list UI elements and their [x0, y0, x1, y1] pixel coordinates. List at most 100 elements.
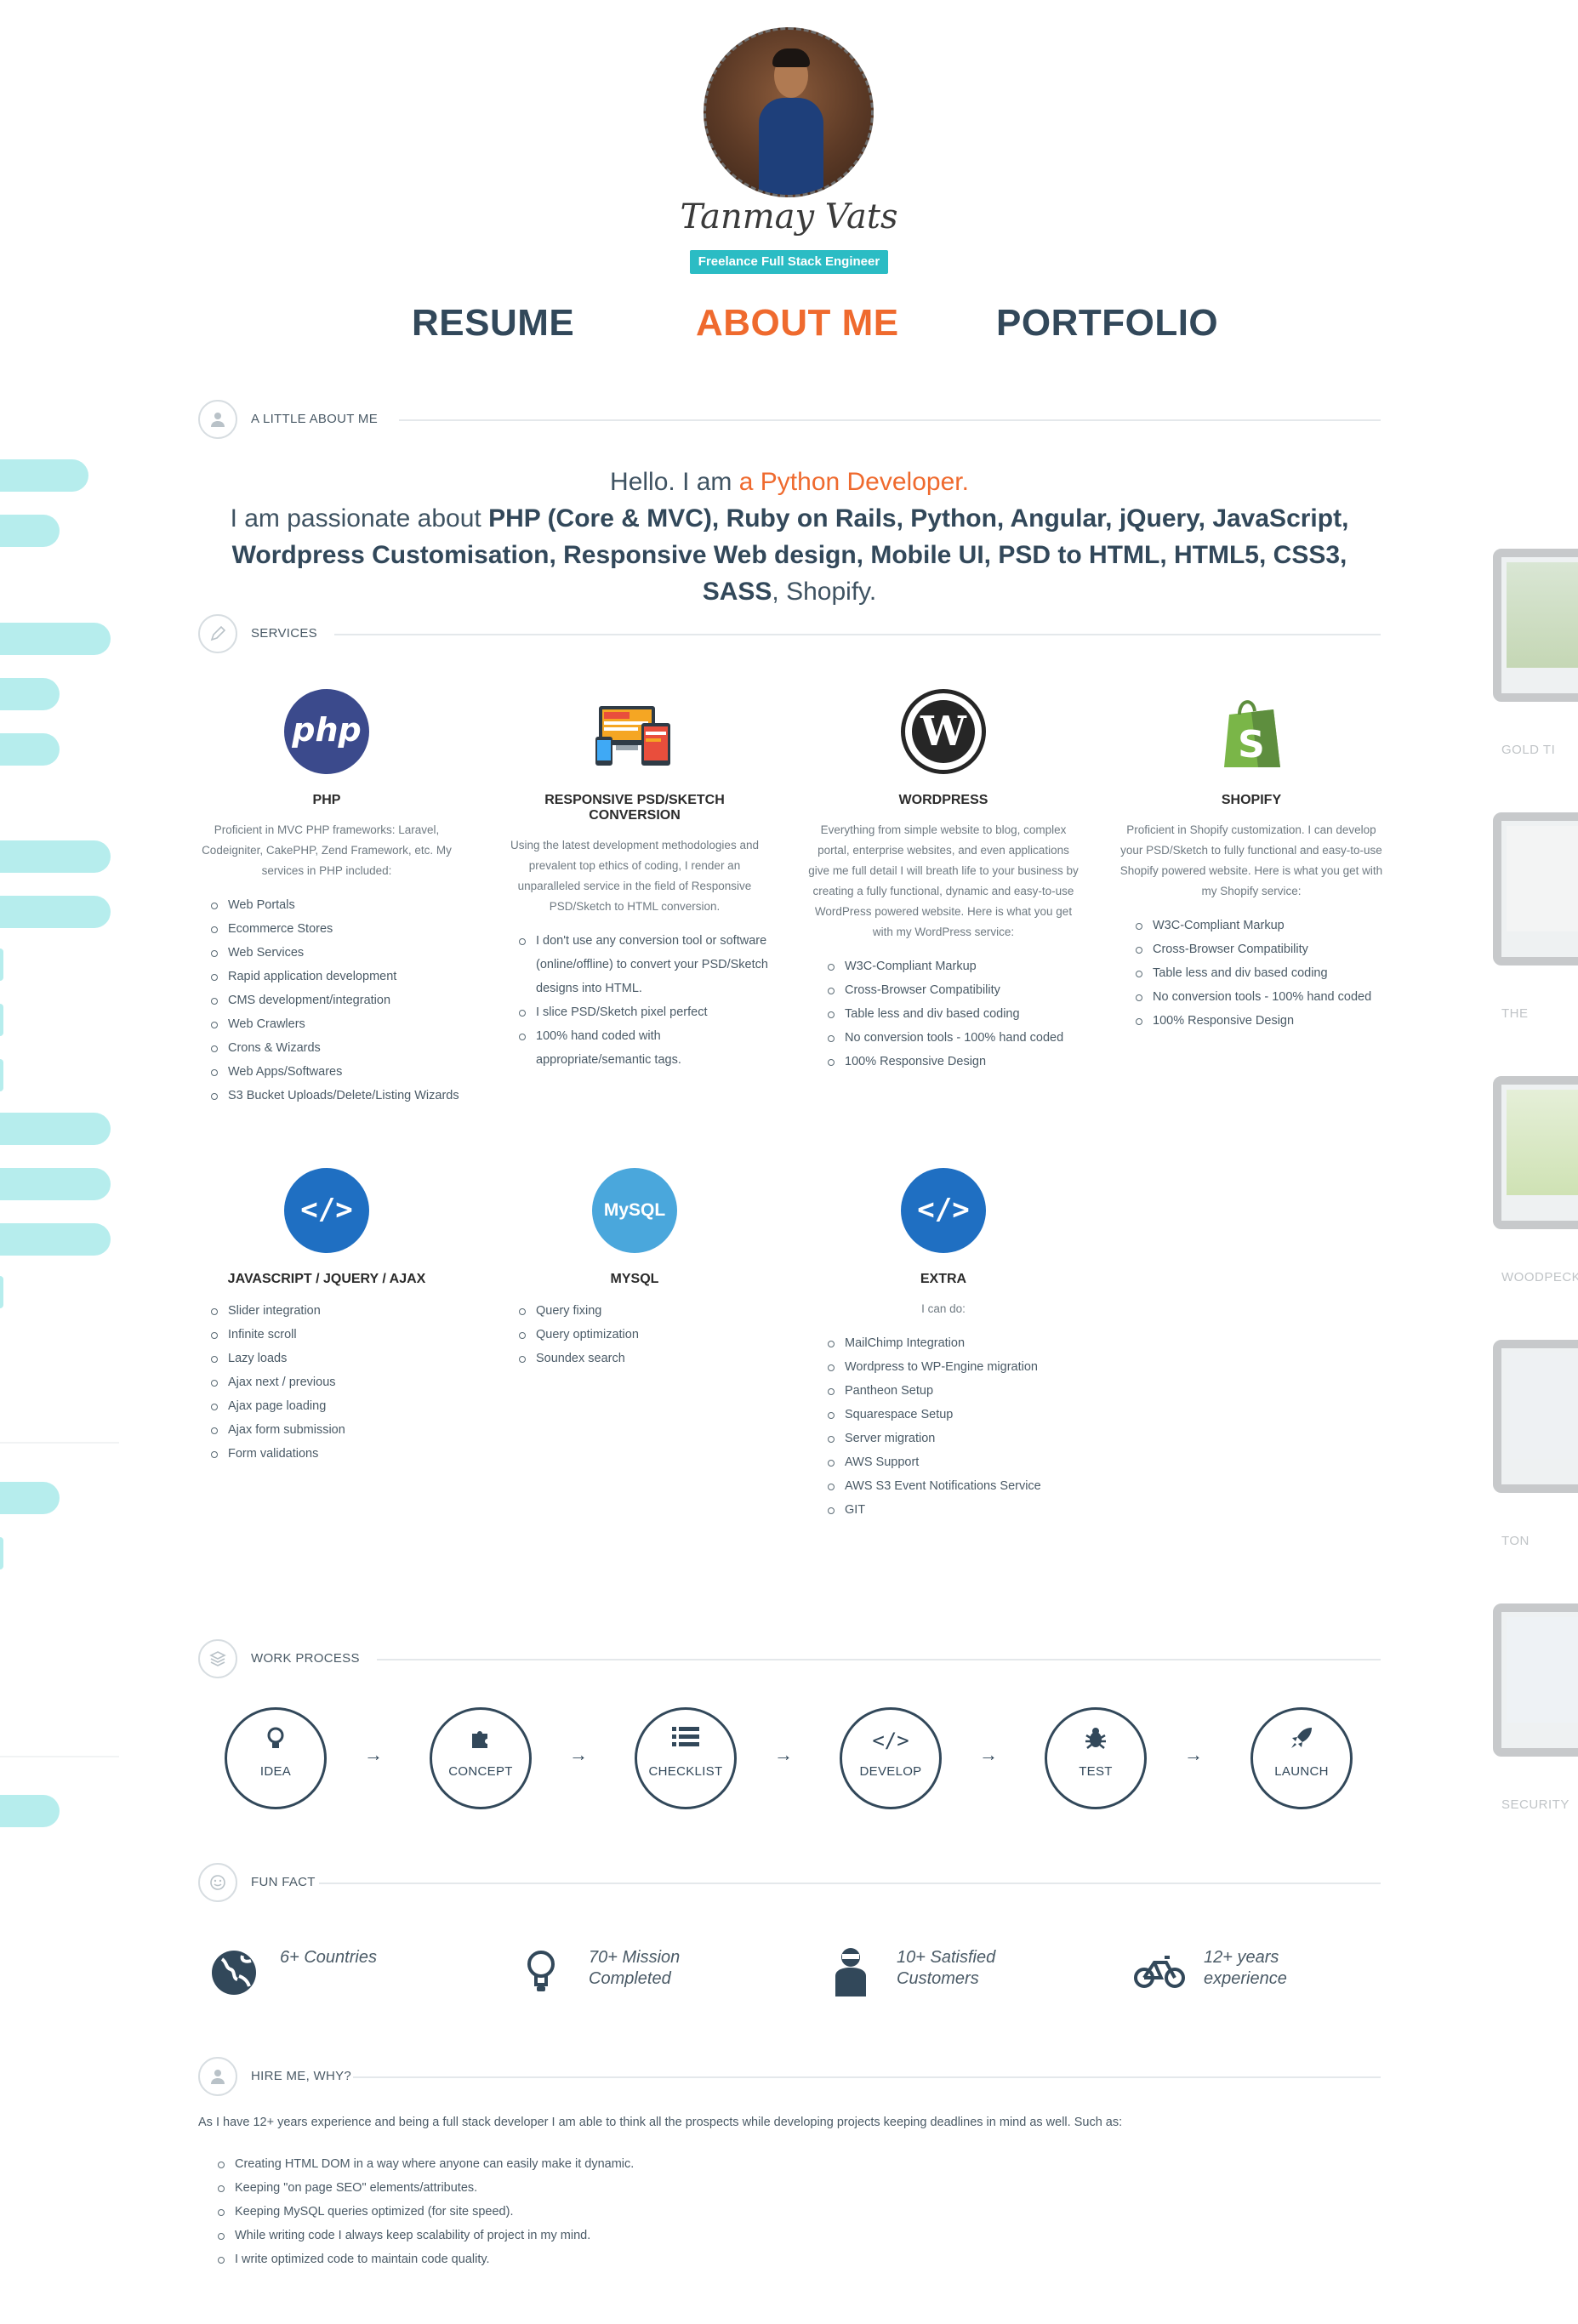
list-item: 100% Responsive Design [1136, 1009, 1387, 1033]
side-divider [0, 1442, 119, 1444]
fact-line: Customers [897, 1969, 979, 1988]
section-title: SERVICES [251, 626, 317, 641]
section-header-services: SERVICES [198, 614, 1381, 658]
process-step-concept: CONCEPT [430, 1707, 532, 1809]
portfolio-thumb[interactable]: GOLD TI [1493, 549, 1578, 757]
service-php: php PHP Proficient in MVC PHP frameworks… [191, 689, 463, 1108]
layers-icon [198, 1639, 237, 1678]
list-item: CMS development/integration [211, 988, 463, 1012]
side-pill [0, 1059, 3, 1091]
wordpress-logo: W [901, 689, 986, 774]
list-item: Ajax form submission [211, 1418, 463, 1442]
list-item: Server migration [828, 1427, 1080, 1450]
globe-icon [210, 1945, 258, 1996]
service-title: MYSQL [610, 1272, 659, 1286]
service-title: PHP [312, 793, 341, 807]
service-javascript: </> JAVASCRIPT / JQUERY / AJAX Slider in… [191, 1168, 463, 1466]
step-label: LAUNCH [1274, 1764, 1329, 1779]
nav-portfolio[interactable]: PORTFOLIO [996, 302, 1218, 345]
service-shopify: S SHOPIFY Proficient in Shopify customiz… [1115, 689, 1387, 1033]
list-item: Keeping "on page SEO" elements/attribute… [218, 2176, 634, 2200]
fact-line: 12+ years [1204, 1948, 1279, 1967]
section-header-fun-fact: FUN FACT [198, 1863, 1381, 1907]
list-item: S3 Bucket Uploads/Delete/Listing Wizards [211, 1084, 463, 1108]
service-list: MailChimp Integration Wordpress to WP-En… [807, 1331, 1080, 1522]
list-item: Table less and div based coding [1136, 961, 1387, 985]
side-pill [0, 1482, 60, 1514]
service-list: Slider integration Infinite scroll Lazy … [191, 1299, 463, 1466]
side-pill [0, 1276, 3, 1308]
step-label: TEST [1079, 1764, 1113, 1779]
service-wordpress: W WORDPRESS Everything from simple websi… [807, 689, 1080, 1074]
right-portfolio-strip: GOLD TI THE WOODPECK TON SECURITY [1476, 408, 1578, 1940]
tagline-badge: Freelance Full Stack Engineer [690, 250, 888, 274]
fact-text: 70+ Mission Completed [589, 1947, 680, 1990]
list-item: No conversion tools - 100% hand coded [828, 1026, 1080, 1050]
fact-line: 10+ Satisfied [897, 1948, 996, 1967]
process-step-develop: </> DEVELOP [840, 1707, 942, 1809]
arrow-icon: → [979, 1744, 998, 1765]
nav-about-me[interactable]: ABOUT ME [696, 302, 899, 345]
list-item: I write optimized code to maintain code … [218, 2247, 634, 2271]
section-divider [399, 419, 1381, 421]
portfolio-thumb[interactable]: WOODPECK [1493, 1076, 1578, 1284]
hire-intro: As I have 12+ years experience and being… [198, 2116, 1123, 2129]
nav-resume[interactable]: RESUME [412, 302, 574, 345]
service-title: RESPONSIVE PSD/SKETCH CONVERSION [544, 793, 725, 823]
intro-text: Hello. I am a Python Developer. I am pas… [198, 464, 1381, 610]
service-desc: Proficient in Shopify customization. I c… [1119, 823, 1383, 897]
arrow-icon: → [1184, 1744, 1203, 1765]
list-item: Web Apps/Softwares [211, 1060, 463, 1084]
list-item: AWS S3 Event Notifications Service [828, 1474, 1080, 1498]
portfolio-thumb[interactable]: SECURITY [1493, 1603, 1578, 1812]
side-pill [0, 733, 60, 766]
user-icon [198, 2057, 237, 2096]
bicycle-icon [1134, 1945, 1185, 1996]
list-icon [637, 1725, 734, 1756]
list-item: Cross-Browser Compatibility [1136, 937, 1387, 961]
service-title: WORDPRESS [898, 793, 988, 807]
pencil-icon [198, 614, 237, 653]
service-title: SHOPIFY [1221, 793, 1282, 807]
side-pill [0, 623, 111, 655]
service-list: W3C-Compliant Markup Cross-Browser Compa… [807, 954, 1080, 1074]
shopify-mark: S [1238, 723, 1265, 766]
list-item: Infinite scroll [211, 1323, 463, 1347]
section-title: A LITTLE ABOUT ME [251, 412, 379, 426]
fact-line: Completed [589, 1969, 671, 1988]
list-item: Ajax next / previous [211, 1370, 463, 1394]
arrow-icon: → [364, 1744, 383, 1765]
portfolio-thumb[interactable]: THE [1493, 812, 1578, 1021]
process-step-checklist: CHECKLIST [635, 1707, 737, 1809]
side-pill [0, 1113, 111, 1145]
list-item: Pantheon Setup [828, 1379, 1080, 1403]
service-list: W3C-Compliant Markup Cross-Browser Compa… [1115, 914, 1387, 1033]
list-item: Creating HTML DOM in a way where anyone … [218, 2152, 634, 2176]
service-mysql: MySQL MYSQL Query fixing Query optimizat… [498, 1168, 771, 1370]
portfolio-caption: THE [1501, 1006, 1529, 1021]
list-item: Ajax page loading [211, 1394, 463, 1418]
rocket-icon [1253, 1725, 1350, 1756]
list-item: Squarespace Setup [828, 1403, 1080, 1427]
service-title: JAVASCRIPT / JQUERY / AJAX [227, 1272, 426, 1286]
service-responsive: RESPONSIVE PSD/SKETCH CONVERSION Using t… [498, 689, 771, 1072]
section-divider [319, 1883, 1381, 1884]
bug-icon [1047, 1725, 1144, 1756]
list-item: Web Services [211, 941, 463, 965]
portfolio-thumb[interactable]: TON [1493, 1340, 1578, 1548]
side-pill [0, 1004, 3, 1036]
list-item: Lazy loads [211, 1347, 463, 1370]
section-header-work-process: WORK PROCESS [198, 1639, 1381, 1683]
responsive-devices-icon [590, 689, 679, 778]
code-icon: </> [284, 1168, 369, 1253]
left-side-panel [0, 408, 119, 1940]
arrow-icon: → [774, 1744, 793, 1765]
list-item: Wordpress to WP-Engine migration [828, 1355, 1080, 1379]
side-pill [0, 459, 88, 492]
list-item: Web Portals [211, 893, 463, 917]
step-label: DEVELOP [859, 1764, 922, 1779]
hire-list: Creating HTML DOM in a way where anyone … [218, 2152, 634, 2271]
list-item: Rapid application development [211, 965, 463, 988]
portfolio-caption: TON [1501, 1534, 1530, 1548]
section-header-hire: HIRE ME, WHY? [198, 2057, 1381, 2101]
